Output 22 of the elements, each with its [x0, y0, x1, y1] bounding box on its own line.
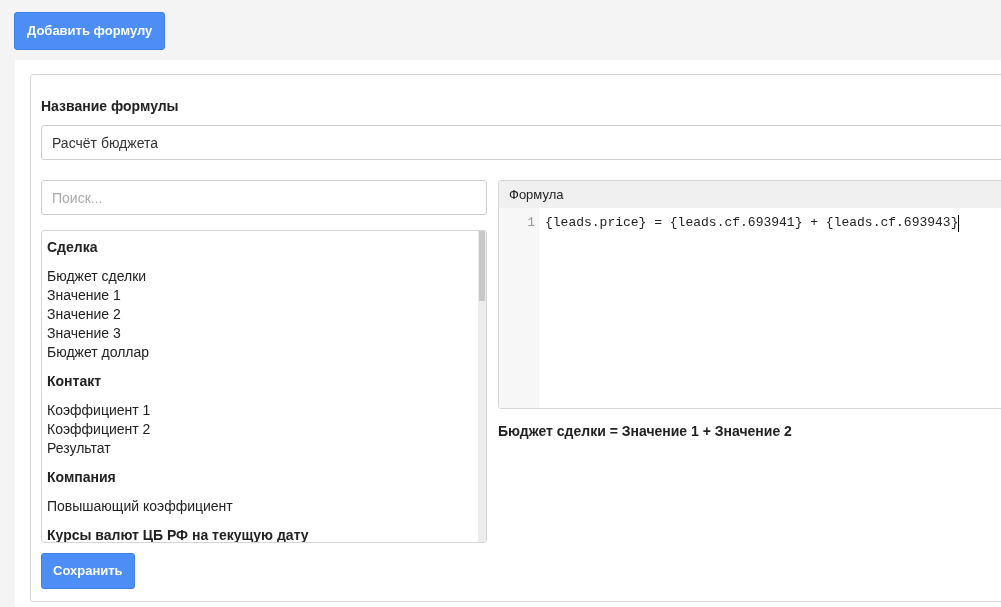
- field-item[interactable]: Значение 1: [47, 286, 474, 305]
- group-heading: Контакт: [47, 372, 103, 391]
- editor-title: Формула: [499, 181, 1001, 208]
- text-cursor-icon: [958, 214, 960, 232]
- field-item[interactable]: Бюджет доллар: [47, 343, 474, 362]
- scrollbar[interactable]: [478, 231, 486, 542]
- field-item[interactable]: Значение 3: [47, 324, 474, 343]
- group-heading: Курсы валют ЦБ РФ на текущую дату: [47, 526, 310, 542]
- formula-name-field[interactable]: Расчёт бюджета: [41, 125, 1001, 160]
- formula-preview: Бюджет сделки = Значение 1 + Значение 2: [498, 422, 793, 441]
- formula-name-label: Название формулы: [41, 97, 180, 116]
- group-heading: Сделка: [47, 238, 99, 257]
- group-heading: Компания: [47, 468, 117, 487]
- field-item[interactable]: Бюджет сделки: [47, 267, 474, 286]
- code-line[interactable]: {leads.price} = {leads.cf.693941} + {leads.cf.693943}: [545, 214, 959, 232]
- field-item[interactable]: Значение 2: [47, 305, 474, 324]
- field-item[interactable]: Коэффициент 2: [47, 420, 474, 439]
- field-item[interactable]: Результат: [47, 439, 474, 458]
- field-item[interactable]: Коэффициент 1: [47, 401, 474, 420]
- search-field[interactable]: Поиск...: [41, 180, 487, 215]
- field-item[interactable]: Повышающий коэффициент: [47, 497, 474, 516]
- line-number: 1: [526, 214, 535, 232]
